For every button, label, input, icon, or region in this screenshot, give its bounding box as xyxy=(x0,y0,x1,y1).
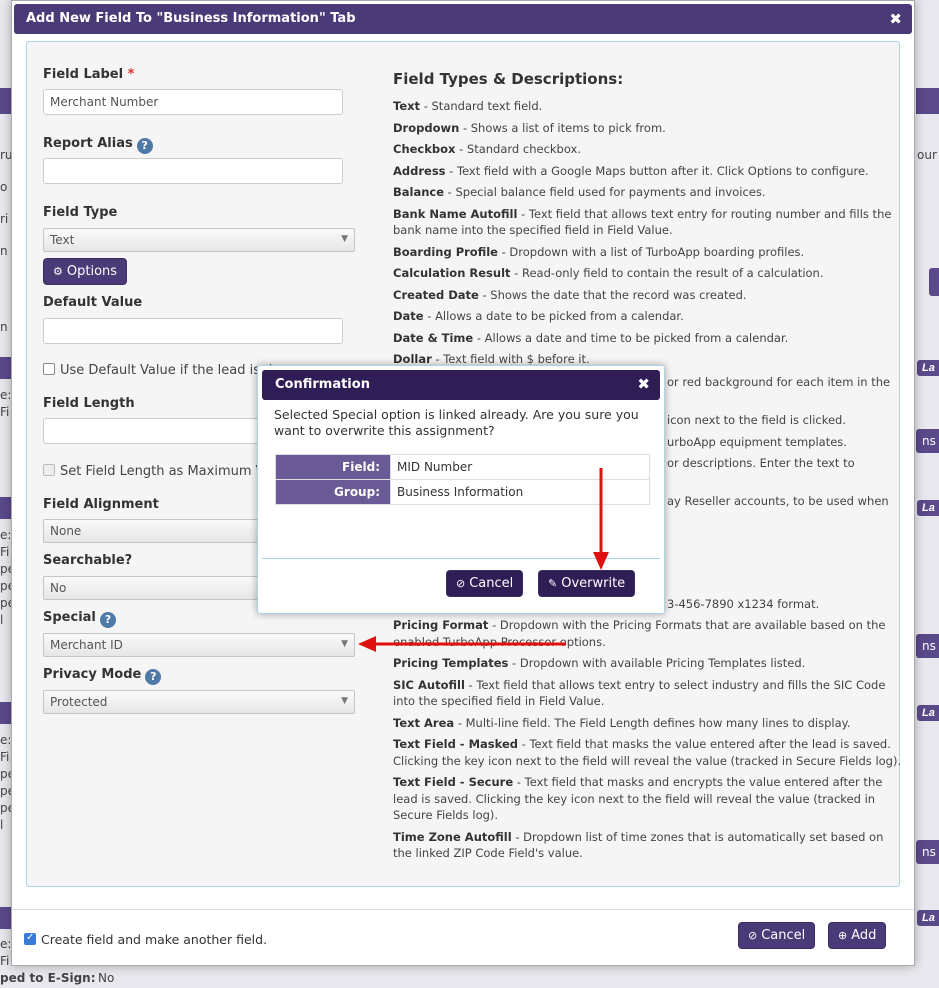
annotation-arrows xyxy=(358,468,609,652)
arrow-left-to-special xyxy=(358,636,566,652)
arrow-down-to-overwrite xyxy=(593,468,609,570)
